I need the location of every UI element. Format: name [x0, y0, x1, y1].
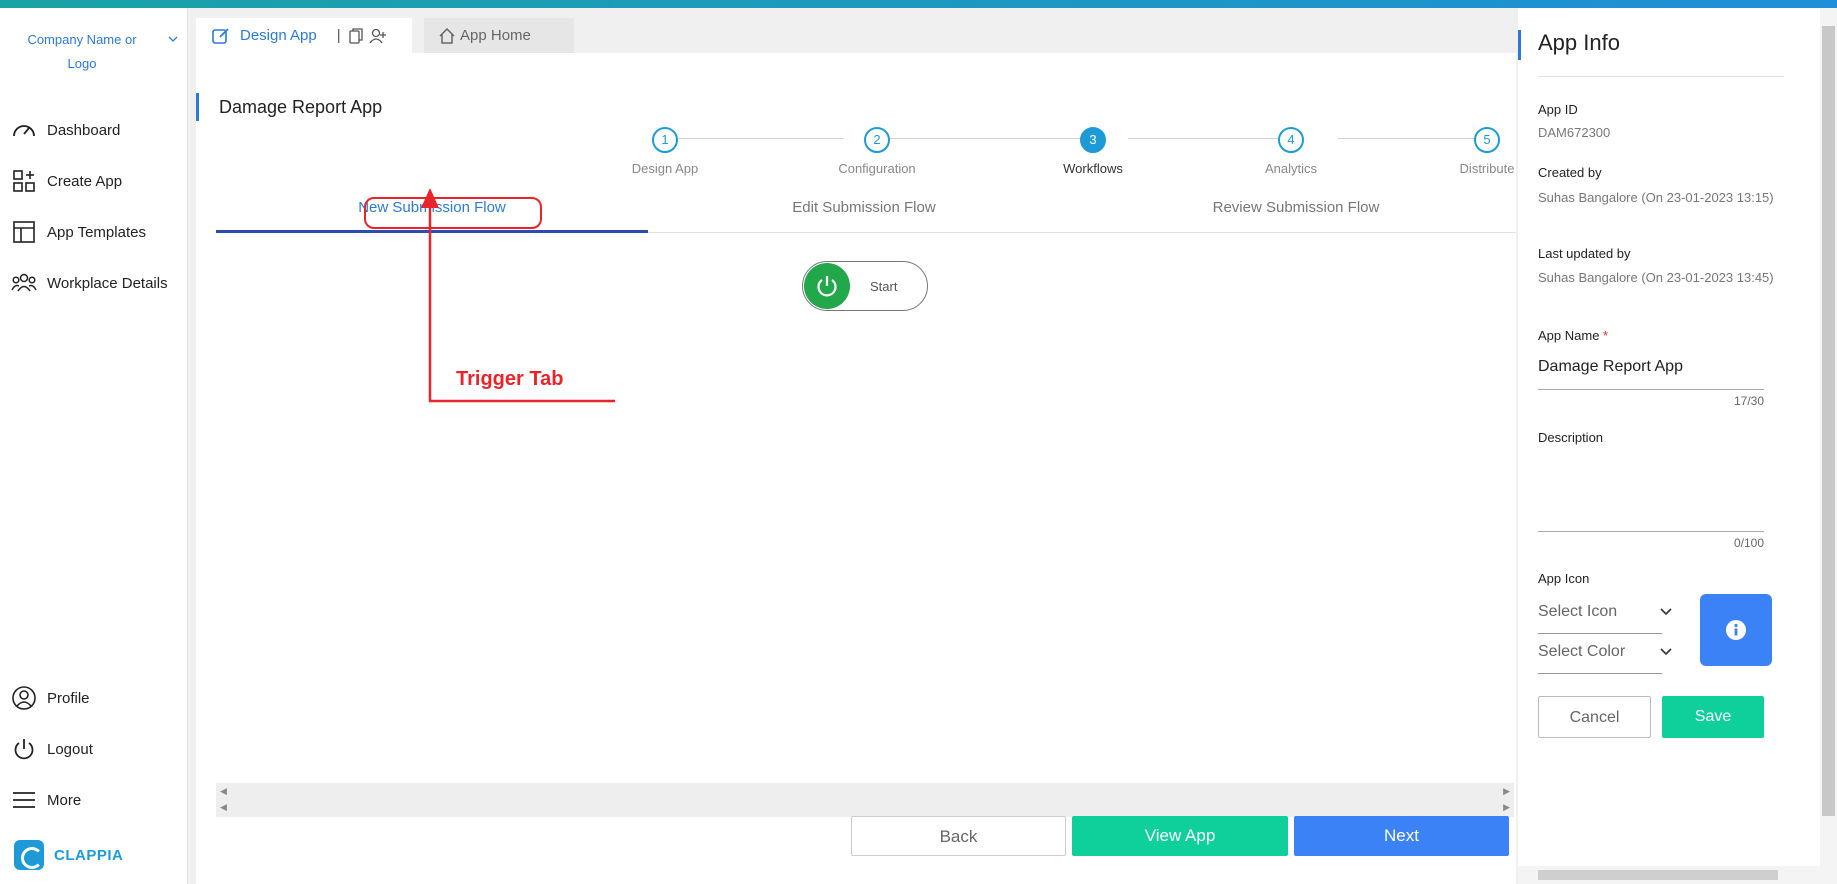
sidebar-item-label: App Templates	[47, 223, 146, 241]
create-app-icon	[10, 167, 38, 195]
top-accent-bar	[0, 0, 1837, 8]
menu-icon	[10, 786, 38, 814]
sidebar-item-logout[interactable]: Logout	[10, 731, 93, 767]
sidebar-item-label: Profile	[47, 689, 90, 707]
sidebar-item-label: Dashboard	[47, 121, 121, 139]
select-icon-dropdown[interactable]: Select Icon	[1538, 598, 1672, 634]
sidebar: Company Name or Logo Dashboard Create Ap…	[0, 8, 188, 884]
app-id-label: App ID	[1538, 102, 1578, 117]
app-name-label: App Name *	[1538, 328, 1608, 343]
panel-horizontal-scrollbar[interactable]	[1518, 866, 1820, 884]
sidebar-item-app-templates[interactable]: App Templates	[10, 214, 146, 250]
scroll-right-icon[interactable]: ▶	[1503, 802, 1510, 813]
company-name[interactable]: Company Name or Logo	[20, 28, 144, 76]
select-icon-text: Select Icon	[1538, 603, 1618, 620]
sidebar-item-workplace-details[interactable]: Workplace Details	[10, 265, 168, 301]
view-app-button[interactable]: View App	[1072, 816, 1288, 856]
select-color-text: Select Color	[1538, 643, 1626, 660]
tab-app-home[interactable]: App Home	[424, 18, 574, 53]
select-color-dropdown[interactable]: Select Color	[1538, 638, 1672, 674]
sidebar-item-label: More	[47, 791, 82, 809]
chevron-down-icon[interactable]	[168, 34, 178, 44]
info-icon	[1726, 620, 1746, 640]
next-button[interactable]: Next	[1294, 816, 1509, 856]
sidebar-item-create-app[interactable]: Create App	[10, 163, 122, 199]
templates-icon	[10, 218, 38, 246]
tab-app-home-label: App Home	[460, 27, 531, 44]
tab-design-app[interactable]: Design App |	[196, 18, 412, 53]
main-area: Design App | App Home Damage Report App …	[196, 18, 1516, 884]
chevron-down-icon	[1660, 608, 1672, 616]
scrollbar-thumb[interactable]	[1538, 870, 1778, 880]
description-counter: 0/100	[1733, 536, 1764, 550]
save-button[interactable]: Save	[1662, 696, 1764, 738]
annotation-label: Trigger Tab	[456, 368, 564, 390]
description-input[interactable]	[1538, 454, 1764, 532]
sidebar-item-more[interactable]: More	[10, 782, 81, 818]
horizontal-scrollbar[interactable]: ◀ ▶ ◀ ▶	[216, 783, 1514, 817]
app-id-value: DAM672300	[1538, 125, 1611, 140]
app-icon-label: App Icon	[1538, 571, 1590, 586]
sidebar-item-label: Workplace Details	[47, 274, 168, 292]
created-by-label: Created by	[1538, 165, 1602, 180]
dashboard-icon	[10, 116, 38, 144]
sidebar-item-label: Logout	[47, 740, 93, 758]
annotation-arrow	[421, 188, 615, 403]
panel-title: App Info	[1538, 30, 1620, 55]
scroll-left-icon[interactable]: ◀	[220, 786, 227, 797]
sidebar-item-label: Create App	[47, 172, 123, 190]
back-button[interactable]: Back	[851, 816, 1066, 856]
vertical-scrollbar[interactable]	[1820, 8, 1837, 884]
team-icon	[10, 269, 38, 297]
copy-icon[interactable]	[348, 27, 363, 44]
add-user-icon[interactable]	[369, 28, 387, 44]
app-icon-preview	[1700, 594, 1772, 666]
user-icon	[10, 684, 38, 712]
app-info-panel: App Info App ID DAM672300 Created by Suh…	[1518, 8, 1820, 884]
tab-design-app-label: Design App	[240, 27, 317, 44]
app-tabbar: Design App | App Home	[196, 18, 574, 53]
scroll-right-icon[interactable]: ▶	[1503, 786, 1510, 797]
tab-separator: |	[336, 27, 341, 44]
cancel-button[interactable]: Cancel	[1538, 696, 1651, 738]
app-name-input[interactable]: Damage Report App	[1538, 358, 1764, 390]
scroll-left-icon[interactable]: ◀	[220, 802, 227, 813]
scrollbar-thumb[interactable]	[1822, 26, 1835, 816]
panel-accent-bar	[1518, 30, 1521, 60]
edit-icon	[212, 27, 229, 44]
sidebar-item-dashboard[interactable]: Dashboard	[10, 112, 120, 148]
clappia-logo-icon	[14, 840, 44, 870]
sidebar-item-profile[interactable]: Profile	[10, 680, 90, 716]
home-icon	[439, 27, 455, 44]
chevron-down-icon	[1660, 648, 1672, 656]
updated-by-value: Suhas Bangalore (On 23-01-2023 13:45)	[1538, 270, 1774, 285]
app-name-label-text: App Name	[1538, 328, 1600, 343]
power-icon	[10, 735, 38, 763]
created-by-value: Suhas Bangalore (On 23-01-2023 13:15)	[1538, 190, 1774, 205]
updated-by-label: Last updated by	[1538, 246, 1631, 261]
workflow-content: Damage Report App 1 2 3 4 5 Design App C…	[196, 53, 1516, 884]
app-name-counter: 17/30	[1733, 394, 1764, 408]
divider	[1538, 76, 1784, 77]
description-label: Description	[1538, 430, 1604, 445]
brand-name: CLAPPIA	[54, 846, 124, 864]
brand-logo: CLAPPIA	[14, 840, 123, 870]
required-marker: *	[1603, 328, 1609, 343]
